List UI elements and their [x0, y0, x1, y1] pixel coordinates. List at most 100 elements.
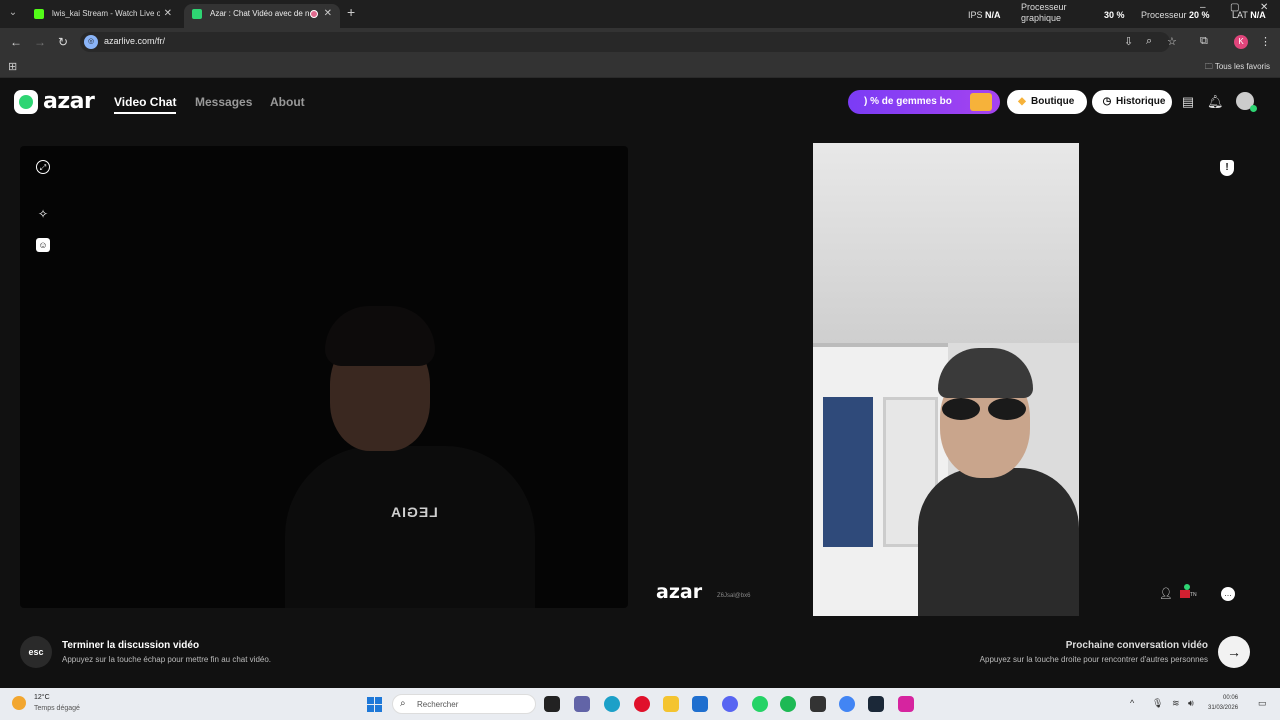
obs-icon[interactable] [810, 696, 826, 712]
azar-watermark: azar [656, 581, 703, 603]
tab-stream[interactable]: lwis_kai Stream - Watch Live on ✕ [26, 4, 180, 28]
tray-chevron-icon[interactable]: ^ [1130, 698, 1134, 708]
user-avatar[interactable] [1236, 92, 1257, 112]
chrome-icon[interactable] [839, 696, 855, 712]
nav-messages[interactable]: Messages [195, 95, 252, 109]
whatsapp-icon[interactable] [752, 696, 768, 712]
kick-favicon-icon [34, 9, 44, 19]
cpu-label: Processeur [1141, 10, 1187, 20]
self-camera-view: ⤢ ✧ ☺ LEGIA [20, 146, 628, 608]
expand-icon[interactable]: ⤢ [36, 160, 50, 174]
next-chat-button[interactable]: → [1218, 636, 1250, 668]
country-code: TN [1190, 592, 1197, 598]
clock-icon: ◷ [1102, 96, 1112, 107]
forward-icon[interactable]: → [34, 35, 46, 49]
shop-button[interactable]: ◆ Boutique [1007, 90, 1087, 114]
chat-bubble-icon[interactable]: … [1221, 587, 1235, 601]
spotify-icon[interactable] [780, 696, 796, 712]
face-filter-icon[interactable]: ☺ [36, 238, 50, 252]
ips-stat: IPS N/A [968, 10, 1001, 21]
instagram-icon[interactable] [898, 696, 914, 712]
profile-avatar[interactable]: K [1234, 35, 1248, 49]
history-label: Historique [1116, 96, 1166, 107]
apps-grid-icon[interactable]: ⊞ [8, 60, 17, 73]
edge-icon[interactable] [604, 696, 620, 712]
browser-tabbar: ⌄ lwis_kai Stream - Watch Live on ✕ Azar… [0, 0, 1280, 28]
ips-label: IPS [968, 10, 983, 20]
shop-label: Boutique [1031, 96, 1075, 107]
wifi-icon[interactable]: ≋ [1172, 698, 1180, 709]
gems-promo-banner[interactable]: ) % de gemmes bo [848, 90, 1000, 114]
browser-menu-icon[interactable]: ⋮ [1260, 35, 1271, 48]
microphone-icon[interactable]: 🎙︎ [1152, 698, 1163, 709]
opera-icon[interactable] [634, 696, 650, 712]
ips-value: N/A [985, 10, 1001, 20]
discord-icon[interactable] [722, 696, 738, 712]
taskbar-clock[interactable]: 00:06 31/03/2026 [1208, 693, 1238, 713]
all-bookmarks[interactable]: 🗀 Tous les favoris [1205, 61, 1270, 75]
next-chat-subtitle: Appuyez sur la touche droite pour rencon… [979, 655, 1208, 664]
nav-video-chat[interactable]: Video Chat [114, 95, 177, 114]
self-person: LEGIA [285, 306, 535, 608]
report-shield-icon[interactable]: ! [1220, 160, 1234, 176]
task-view-icon[interactable] [544, 696, 560, 712]
all-bookmarks-label: Tous les favoris [1214, 62, 1270, 71]
next-chat-title: Prochaine conversation vidéo [1065, 640, 1208, 651]
browser-toolbar: ← → ↻ ◎ azarlive.com/fr/ ⇩ ⌕ ☆ ⧉ ⋮ [0, 28, 1280, 56]
tab-search-icon[interactable]: ⌄ [6, 6, 20, 20]
end-chat-title: Terminer la discussion vidéo [62, 640, 200, 651]
folder-icon: 🗀 [1204, 62, 1213, 71]
bookmarks-bar: ⊞ 🗀 Tous les favoris [0, 56, 1280, 78]
azar-favicon-icon [192, 9, 202, 19]
tab-azar[interactable]: Azar : Chat Vidéo avec de n ✕ [184, 4, 340, 28]
site-info-icon[interactable]: ◎ [84, 35, 98, 49]
history-button[interactable]: ◷ Historique [1092, 90, 1172, 114]
peer-person [918, 348, 1079, 616]
back-icon[interactable]: ← [10, 35, 22, 49]
bookmark-star-icon[interactable]: ☆ [1167, 35, 1177, 48]
new-tab-button[interactable]: + [347, 4, 355, 20]
gift-box-icon [970, 93, 992, 111]
magic-wand-icon[interactable]: ✧ [36, 207, 50, 221]
watermark-id: Z6Jsal@bx6 [717, 593, 751, 599]
tunisia-flag-icon [1180, 590, 1190, 598]
tab-title: lwis_kai Stream - Watch Live on [52, 9, 160, 18]
extensions-icon[interactable]: ⧉ [1200, 35, 1208, 48]
notification-center-icon[interactable]: ▭ [1258, 698, 1267, 709]
azar-logo-mark-icon [14, 90, 38, 114]
minimize-icon[interactable]: – [1200, 2, 1206, 13]
tab-close-icon[interactable]: ✕ [324, 4, 332, 24]
gem-icon: ◆ [1018, 96, 1026, 107]
clock-date: 31/03/2026 [1208, 705, 1239, 711]
url-text[interactable]: azarlive.com/fr/ [104, 36, 165, 46]
nav-about[interactable]: About [270, 95, 305, 109]
reload-icon[interactable]: ↻ [58, 35, 68, 49]
azar-logo-text: azar [43, 89, 95, 114]
recording-icon [310, 10, 318, 18]
search-icon: ⌕ [400, 698, 406, 709]
steam-icon[interactable] [868, 696, 884, 712]
maximize-icon[interactable]: ▢ [1230, 2, 1239, 13]
peer-profile-icon[interactable]: 👤︎ [1159, 587, 1173, 601]
address-bar[interactable]: ◎ azarlive.com/fr/ [80, 32, 1170, 52]
weather-sun-icon[interactable] [12, 696, 26, 710]
install-app-icon[interactable]: ⇩ [1124, 35, 1133, 48]
end-chat-subtitle: Appuyez sur la touche échap pour mettre … [62, 655, 272, 664]
file-explorer-icon[interactable] [663, 696, 679, 712]
tab-close-icon[interactable]: ✕ [164, 4, 172, 24]
weather-condition: Temps dégagé [34, 705, 80, 712]
zoom-icon[interactable]: ⌕ [1146, 35, 1152, 48]
peer-country-flag: TN [1176, 584, 1200, 602]
window-close-icon[interactable]: ✕ [1260, 2, 1268, 13]
taskbar-search[interactable]: ⌕ Rechercher [392, 694, 536, 714]
inbox-icon[interactable]: ▤ [1180, 94, 1196, 110]
store-icon[interactable] [692, 696, 708, 712]
end-chat-button[interactable]: esc [20, 636, 52, 668]
volume-icon[interactable]: 🔊︎ [1188, 698, 1194, 709]
azar-page: azar Video Chat Messages About ) % de ge… [0, 78, 1280, 688]
shirt-logo: LEGIA [390, 504, 438, 520]
search-placeholder: Rechercher [417, 700, 459, 709]
notification-bell-icon[interactable]: 🔔︎ [1207, 94, 1224, 110]
teams-icon[interactable] [574, 696, 590, 712]
windows-start-icon[interactable] [367, 697, 382, 712]
